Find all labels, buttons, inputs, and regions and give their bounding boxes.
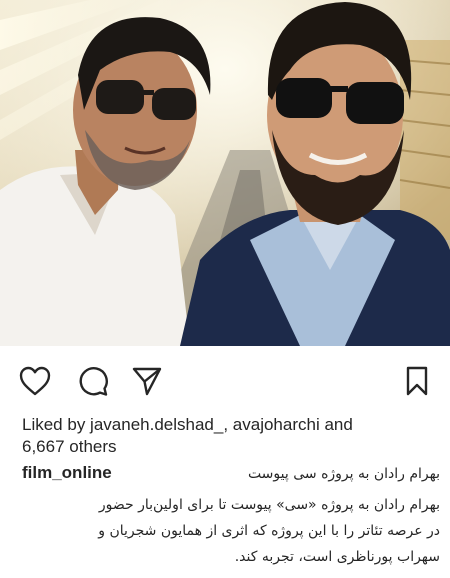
share-button[interactable] [130,364,164,398]
caption-headline: بهرام رادان به پروژه سی پیوست [247,466,440,482]
post-photo-illustration [0,0,450,346]
likes-joiner: and [319,415,353,434]
save-button[interactable] [400,364,434,398]
bookmark-icon [406,366,428,396]
like-button[interactable] [18,364,52,398]
paper-plane-icon [132,367,162,396]
liker-link-1[interactable]: javaneh.delshad_ [90,415,223,434]
caption-header: film_online بهرام رادان به پروژه سی پیوس… [22,462,440,486]
caption-line: در عرصه تئاتر را با این پروژه که اثری از… [98,523,440,539]
likes-summary: Liked by javaneh.delshad_, avajoharchi a… [22,414,442,458]
heart-icon [19,366,51,396]
liker-link-2[interactable]: avajoharchi [233,415,320,434]
post-photo[interactable] [0,0,450,346]
likes-prefix: Liked by [22,415,91,434]
caption-body: بهرام رادان به پروژه «سی» پیوست تا برای … [12,492,440,570]
comment-bubble-icon [79,367,108,396]
comment-button[interactable] [76,364,110,398]
likes-separator: , [223,415,233,434]
caption-username[interactable]: film_online [22,462,112,484]
caption-line: بهرام رادان به پروژه «سی» پیوست تا برای … [98,497,440,513]
caption-line: سهراب پورناظری است، تجربه کند. [234,549,440,565]
likes-count-link[interactable]: 6,667 others [22,437,117,456]
action-bar [0,360,450,400]
